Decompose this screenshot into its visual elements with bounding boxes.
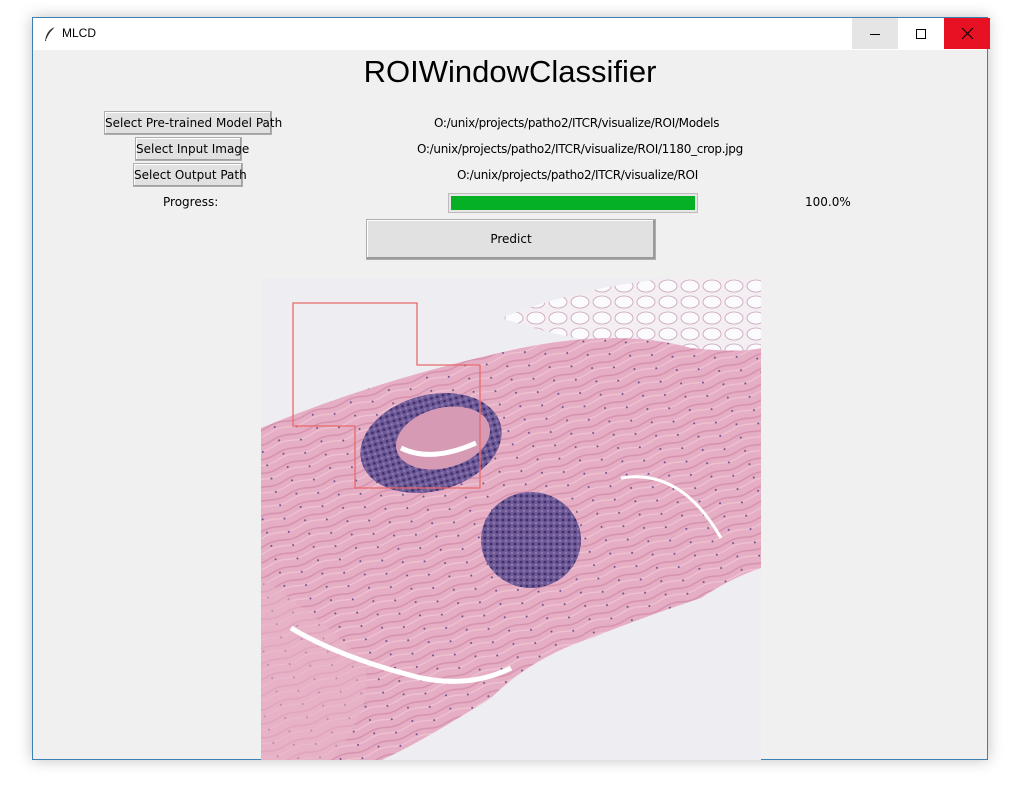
progress-label: Progress: bbox=[163, 195, 219, 209]
select-model-path-button[interactable]: Select Pre-trained Model Path bbox=[104, 111, 282, 135]
minimize-button[interactable] bbox=[852, 18, 898, 49]
maximize-button[interactable] bbox=[898, 18, 944, 49]
minimize-icon bbox=[870, 33, 880, 35]
maximize-icon bbox=[916, 28, 926, 39]
input-image-path-text: O:/unix/projects/patho2/ITCR/visualize/R… bbox=[417, 142, 743, 156]
progress-bar bbox=[448, 193, 698, 213]
select-input-image-button[interactable]: Select Input Image bbox=[135, 137, 249, 161]
progress-bar-fill bbox=[451, 196, 695, 210]
app-window: MLCD ROIWindowClassifier Select Pre-trai… bbox=[32, 17, 990, 760]
output-path-text: O:/unix/projects/patho2/ITCR/visualize/R… bbox=[457, 168, 698, 182]
select-output-path-button[interactable]: Select Output Path bbox=[133, 163, 247, 187]
model-path-text: O:/unix/projects/patho2/ITCR/visualize/R… bbox=[434, 116, 720, 130]
page-title: ROIWindowClassifier bbox=[363, 54, 657, 89]
window-title: MLCD bbox=[62, 26, 97, 40]
feather-icon bbox=[45, 26, 56, 41]
client-area: ROIWindowClassifier Select Pre-trained M… bbox=[33, 50, 987, 760]
result-image bbox=[261, 278, 761, 760]
close-button[interactable] bbox=[944, 18, 990, 49]
predict-button[interactable]: Predict bbox=[366, 219, 656, 260]
title-bar[interactable]: MLCD bbox=[33, 18, 990, 50]
tissue-image bbox=[261, 278, 761, 760]
progress-percent: 100.0% bbox=[805, 195, 851, 209]
close-icon bbox=[961, 28, 973, 39]
